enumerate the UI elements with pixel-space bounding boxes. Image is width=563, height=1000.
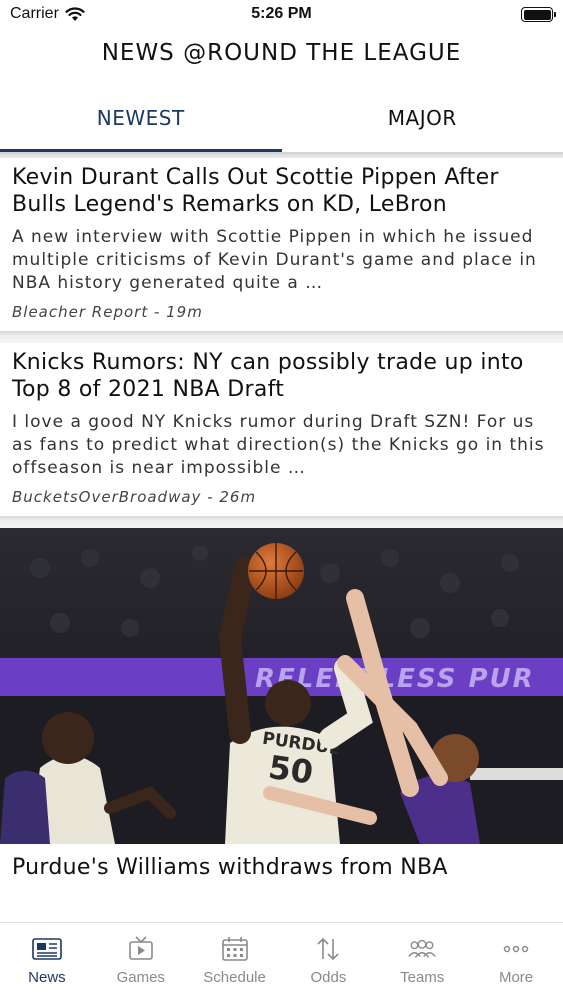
segment-tabs: NEWEST MAJOR	[0, 96, 563, 154]
calendar-icon	[220, 935, 250, 963]
tab-major[interactable]: MAJOR	[282, 96, 563, 154]
tabbar-label: Games	[116, 969, 165, 986]
news-article[interactable]: Kevin Durant Calls Out Scottie Pippen Af…	[0, 158, 563, 331]
article-photo[interactable]: RELENTLESS PUR PURDUE 50	[0, 528, 563, 844]
article-title[interactable]: Knicks Rumors: NY can possibly trade up …	[12, 349, 551, 403]
status-bar: Carrier 5:26 PM	[0, 0, 563, 30]
tabbar-label: Teams	[400, 969, 445, 986]
clock: 5:26 PM	[251, 5, 312, 22]
article-title[interactable]: Kevin Durant Calls Out Scottie Pippen Af…	[12, 164, 551, 218]
news-article[interactable]: Knicks Rumors: NY can possibly trade up …	[0, 343, 563, 516]
article-source: Bleacher Report - 19m	[12, 303, 203, 321]
article-separator	[0, 331, 563, 343]
tabbar-label: More	[498, 969, 534, 986]
article-summary: I love a good NY Knicks rumor during Dra…	[12, 412, 545, 478]
newspaper-icon	[32, 935, 62, 963]
bottom-tab-bar: News Games Schedule Odds Teams More	[0, 922, 563, 1000]
battery-icon	[521, 7, 556, 22]
basketball-photo: RELENTLESS PUR PURDUE 50	[0, 528, 563, 844]
tv-icon	[126, 935, 156, 963]
news-feed[interactable]: Kevin Durant Calls Out Scottie Pippen Af…	[0, 158, 563, 922]
ellipsis-icon	[501, 935, 531, 963]
people-icon	[407, 935, 437, 963]
article-title[interactable]: Purdue's Williams withdraws from NBA	[0, 844, 563, 891]
arrows-updown-icon	[313, 935, 343, 963]
article-source: BucketsOverBroadway - 26m	[12, 488, 257, 506]
article-separator	[0, 516, 563, 528]
tabbar-item-more[interactable]: More	[469, 923, 563, 1000]
tabbar-label: News	[28, 969, 66, 986]
article-summary: A new interview with Scottie Pippen in w…	[12, 227, 537, 293]
jersey-number: 50	[266, 748, 315, 792]
tab-newest[interactable]: NEWEST	[0, 96, 282, 154]
tabbar-item-odds[interactable]: Odds	[281, 923, 375, 1000]
tabbar-label: Schedule	[203, 969, 266, 986]
tabbar-item-news[interactable]: News	[0, 923, 94, 1000]
page-title: NEWS @ROUND THE LEAGUE	[101, 40, 462, 66]
tabbar-item-schedule[interactable]: Schedule	[188, 923, 282, 1000]
tabbar-item-games[interactable]: Games	[94, 923, 188, 1000]
tabbar-item-teams[interactable]: Teams	[375, 923, 469, 1000]
tabbar-label: Odds	[310, 969, 347, 986]
